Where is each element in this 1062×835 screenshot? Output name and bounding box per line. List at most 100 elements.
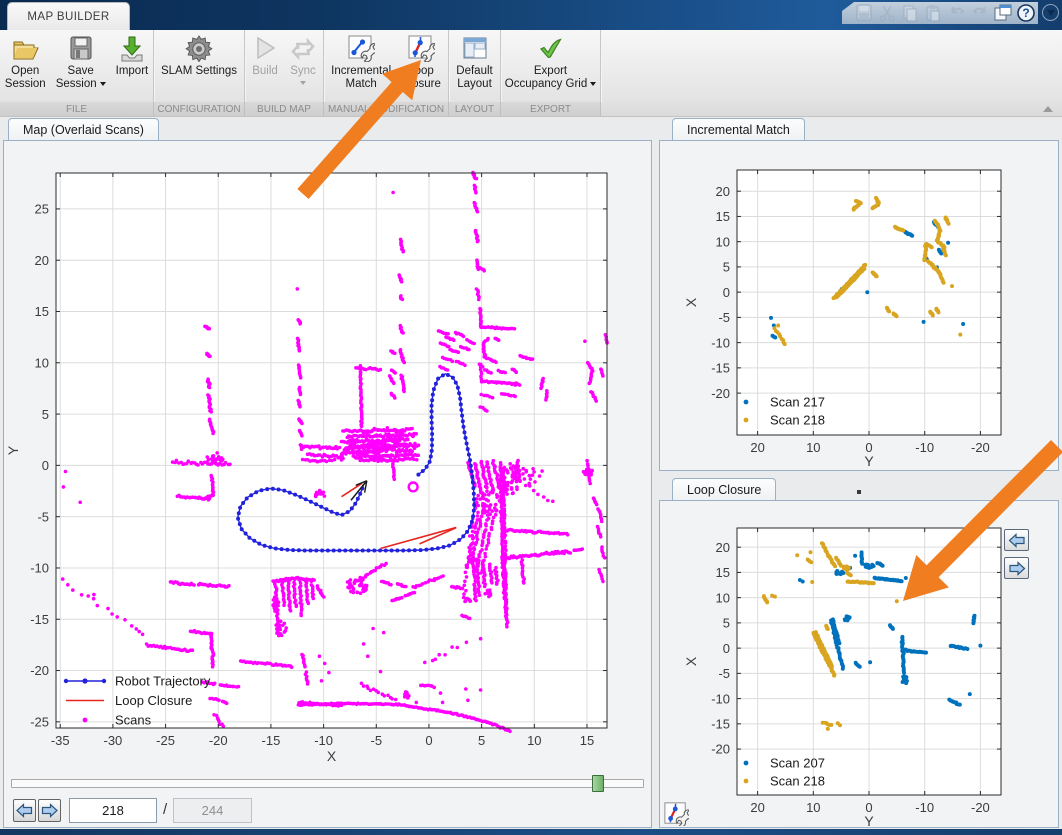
svg-text:15: 15: [580, 733, 594, 748]
total-scans-field: 244: [173, 798, 252, 823]
toolstrip-section-build-map: Build Sync: [245, 30, 324, 102]
svg-text:20: 20: [716, 184, 730, 199]
toolstrip-section-file: Open Session Save Session Import: [0, 30, 154, 102]
toolstrip-section-label: CONFIGURATION: [154, 102, 245, 116]
svg-text:10: 10: [716, 590, 730, 605]
slam-settings-button[interactable]: SLAM Settings: [156, 32, 242, 100]
tab-map-builder[interactable]: MAP BUILDER: [7, 2, 130, 30]
svg-text:20: 20: [750, 440, 764, 455]
svg-text:-10: -10: [915, 800, 934, 815]
collapse-toolstrip-icon[interactable]: [1042, 103, 1054, 113]
open-folder-icon: [13, 41, 40, 60]
export-occupancy-grid-button[interactable]: Export Occupancy Grid: [500, 32, 601, 100]
svg-text:-5: -5: [718, 666, 730, 681]
gear-icon: [185, 35, 213, 62]
svg-text:X: X: [683, 297, 699, 307]
loop-closure-icon: [408, 35, 436, 62]
toolstrip: Open Session Save Session Import FILE SLAM Set…: [0, 30, 1062, 117]
save-icon: [70, 36, 92, 60]
splitter-grip: [857, 490, 861, 494]
svg-text:-10: -10: [915, 440, 934, 455]
svg-text:5: 5: [723, 616, 730, 631]
undo-icon: [948, 4, 966, 22]
map-overlaid-scans-plot[interactable]: -35 -30 -25 -20 -15 -10 -5 0 5 10 15 -25 -20 -15 -10 -5…: [4, 141, 651, 761]
next-scan-button[interactable]: [38, 799, 61, 822]
help-icon[interactable]: ?: [1017, 4, 1036, 22]
svg-text:5: 5: [42, 407, 49, 422]
arrow-left-icon: [16, 803, 33, 818]
paste-icon: [924, 4, 942, 22]
svg-text:-25: -25: [156, 733, 175, 748]
toolstrip-section-label: MANUAL MODIFICATION: [324, 102, 449, 116]
svg-text:-10: -10: [711, 691, 730, 706]
toolstrip-button-label: Default Layout: [456, 65, 493, 90]
next-loop-closure-button[interactable]: [1004, 557, 1029, 579]
tab-incremental-match[interactable]: Incremental Match: [672, 118, 805, 141]
loop-closure-plot[interactable]: 20 10 0 -10 -20-20-15-10-505101520YXScan 207…: [660, 501, 1058, 827]
svg-text:-20: -20: [711, 742, 730, 757]
previous-scan-button[interactable]: [13, 799, 36, 822]
quick-access-dropdown-icon[interactable]: [1042, 4, 1059, 21]
svg-text:-20: -20: [971, 800, 990, 815]
horizontal-splitter[interactable]: [659, 471, 1062, 478]
svg-text:-20: -20: [209, 733, 228, 748]
svg-text:-5: -5: [37, 509, 49, 524]
svg-text:20: 20: [716, 540, 730, 555]
toolstrip-section-label: EXPORT: [501, 102, 601, 116]
svg-text:-10: -10: [711, 335, 730, 350]
toolstrip-button-label: Sync: [290, 65, 316, 91]
svg-text:0: 0: [42, 458, 49, 473]
loop-closure-button[interactable]: Loop Closure: [396, 32, 446, 100]
toolstrip-section-export: Export Occupancy Grid: [501, 30, 601, 102]
svg-text:10: 10: [806, 800, 820, 815]
toolstrip-button-label: Incremental Match: [331, 65, 392, 90]
current-scan-input[interactable]: 218: [69, 798, 157, 823]
toolstrip-button-label: Build: [252, 65, 278, 77]
toolstrip-section-label: FILE: [0, 102, 154, 116]
import-icon: [121, 36, 143, 62]
svg-text:Loop Closure: Loop Closure: [115, 693, 192, 708]
svg-text:Scan 218: Scan 218: [770, 774, 825, 789]
toolstrip-button-label: Save Session: [56, 65, 106, 91]
content-area: Map (Overlaid Scans) -35 -30 -25 -20 -15 -10-…: [0, 117, 1062, 829]
cut-icon: [878, 4, 896, 22]
svg-text:0: 0: [723, 641, 730, 656]
open-session-button[interactable]: Open Session: [0, 32, 51, 100]
svg-text:Y: Y: [864, 453, 874, 469]
import-button[interactable]: Import: [111, 32, 154, 100]
svg-text:15: 15: [716, 565, 730, 580]
svg-text:Robot Trajectory: Robot Trajectory: [115, 674, 211, 689]
save-session-button[interactable]: Save Session: [51, 32, 111, 100]
toolstrip-button-label: Loop Closure: [401, 65, 441, 90]
save-icon: [855, 4, 873, 22]
windows-icon[interactable]: [994, 4, 1012, 22]
tab-loop-closure[interactable]: Loop Closure: [672, 478, 777, 501]
incremental-match-button[interactable]: Incremental Match: [326, 32, 396, 100]
svg-text:Scan 207: Scan 207: [770, 756, 825, 771]
svg-text:-15: -15: [711, 717, 730, 732]
arrow-left-icon: [1008, 532, 1025, 548]
svg-text:-25: -25: [30, 715, 49, 730]
svg-text:-20: -20: [711, 386, 730, 401]
vertical-splitter[interactable]: [652, 118, 659, 829]
loop-closure-panel: 20 10 0 -10 -20 -20 -15 -10 -5 0 5 10 15 20 Y X Scan 207…: [659, 500, 1059, 828]
tab-map-overlaid-scans[interactable]: Map (Overlaid Scans): [8, 118, 159, 141]
svg-text:20: 20: [750, 800, 764, 815]
scan-slider-track[interactable]: [11, 779, 644, 788]
svg-text:15: 15: [716, 209, 730, 224]
default-layout-button[interactable]: Default Layout: [451, 32, 497, 100]
svg-text:10: 10: [35, 355, 49, 370]
svg-text:X: X: [683, 656, 699, 666]
svg-text:5: 5: [723, 260, 730, 275]
sync-icon: [291, 37, 315, 61]
svg-text:15: 15: [35, 304, 49, 319]
loop-closure-mode-icon[interactable]: [663, 801, 689, 826]
previous-loop-closure-button[interactable]: [1004, 529, 1029, 551]
svg-text:Scans: Scans: [115, 713, 152, 728]
incremental-match-plot[interactable]: 20 10 0 -10 -20-20-15-10-505101520YXScan 217…: [660, 141, 1058, 470]
scan-slider-thumb[interactable]: [592, 775, 604, 792]
toolstrip-section-configuration: SLAM Settings: [154, 30, 245, 102]
svg-text:Scan 218: Scan 218: [770, 413, 825, 428]
window-bottom-border: [0, 829, 1062, 835]
svg-text:Y: Y: [864, 813, 874, 827]
